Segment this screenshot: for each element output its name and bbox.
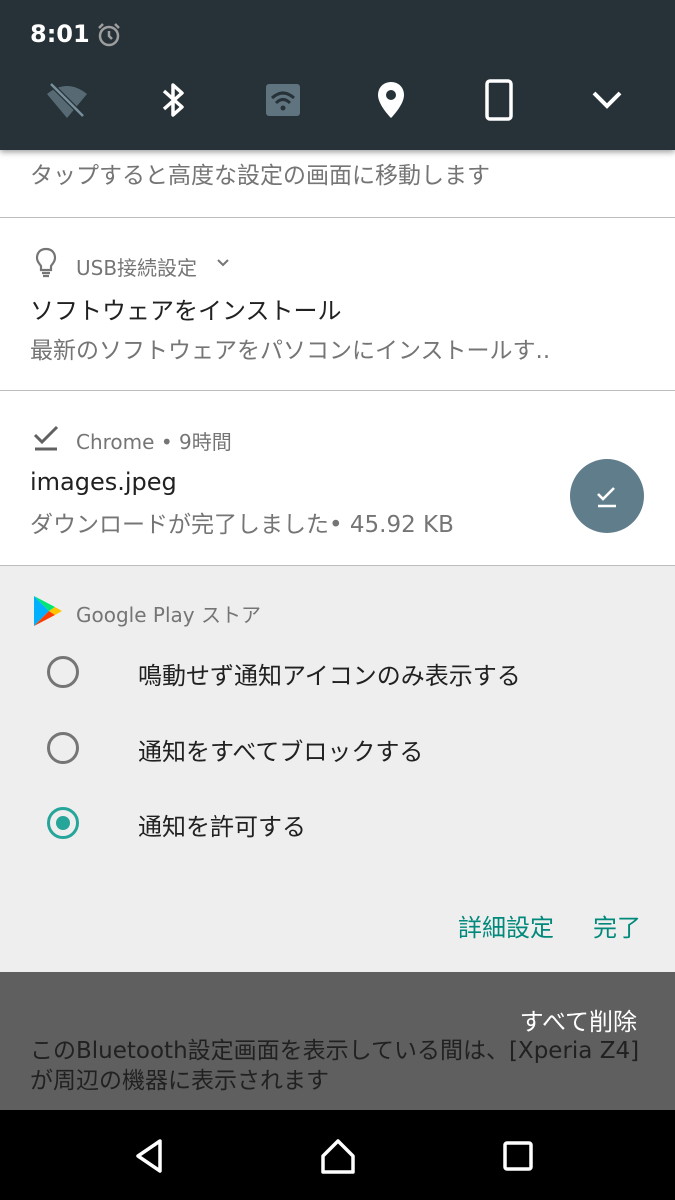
open-download-button[interactable] (570, 459, 644, 533)
notification-chrome-text: ダウンロードが完了しました• 45.92 KB (30, 512, 454, 538)
done-button[interactable]: 完了 (593, 908, 641, 943)
download-done-icon (33, 425, 59, 451)
separator-dot: • (160, 430, 179, 454)
notification-chrome-time: 9時間 (178, 430, 232, 454)
notification-usb-app: USB接続設定 (76, 256, 198, 280)
notification-advanced-text: タップすると高度な設定の画面に移動します (30, 163, 490, 189)
notification-google-play-app: Google Play ストア (76, 603, 261, 627)
detail-settings-button[interactable]: 詳細設定 (458, 908, 554, 943)
status-time: 8:01 (30, 20, 90, 48)
home-icon[interactable] (312, 1130, 364, 1182)
download-done-icon (597, 487, 616, 508)
cast-icon[interactable] (261, 78, 305, 122)
back-icon[interactable] (124, 1130, 176, 1182)
option-silent[interactable]: 鳴動せず通知アイコンのみ表示する (0, 642, 675, 702)
notification-advanced[interactable]: タップすると高度な設定の画面に移動します (0, 150, 675, 217)
phone-portrait-icon[interactable] (477, 78, 521, 122)
option-label: 鳴動せず通知アイコンのみ表示する (138, 662, 521, 690)
location-icon[interactable] (369, 78, 413, 122)
radio-button-selected[interactable] (47, 807, 79, 839)
lightbulb-icon (35, 247, 57, 278)
notification-chrome-app: Chrome (76, 430, 155, 454)
notification-usb-title: ソフトウェアをインストール (30, 297, 342, 325)
notification-google-play-settings: Google Play ストア 鳴動せず通知アイコンのみ表示する 通知をすべてブ… (0, 566, 675, 972)
alarm-icon (98, 23, 120, 47)
option-label: 通知を許可する (138, 813, 306, 841)
expand-icon[interactable] (585, 78, 629, 122)
radio-button[interactable] (47, 656, 79, 688)
chevron-down-icon[interactable] (216, 258, 230, 268)
notification-chrome[interactable]: Chrome • 9時間 images.jpeg ダウンロードが完了しました• … (0, 391, 675, 565)
radio-button[interactable] (47, 732, 79, 764)
bluetooth-visibility-text: このBluetooth設定画面を表示している間は、[Xperia Z4]が周辺の… (30, 1038, 640, 1094)
option-block-all[interactable]: 通知をすべてブロックする (0, 718, 675, 778)
clear-all-button[interactable]: すべて削除 (520, 1002, 637, 1037)
notification-usb[interactable]: USB接続設定 ソフトウェアをインストール 最新のソフトウェアをパソコンにインス… (0, 218, 675, 390)
option-label: 通知をすべてブロックする (138, 738, 424, 766)
recents-icon[interactable] (492, 1130, 544, 1182)
quick-settings-panel: 8:01 (0, 0, 675, 150)
notification-usb-text: 最新のソフトウェアをパソコンにインストールす.. (30, 338, 551, 364)
google-play-icon (34, 596, 62, 626)
option-allow[interactable]: 通知を許可する (0, 793, 675, 853)
wifi-off-icon[interactable] (45, 78, 89, 122)
bluetooth-icon[interactable] (152, 78, 196, 122)
notification-chrome-title: images.jpeg (30, 468, 177, 496)
